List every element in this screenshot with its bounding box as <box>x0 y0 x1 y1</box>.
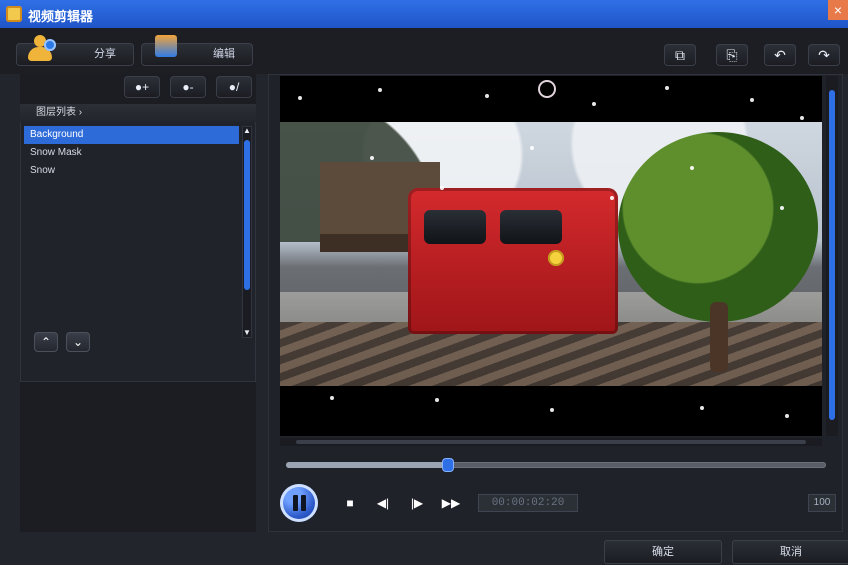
preview-horizontal-scroll-thumb[interactable] <box>296 440 806 444</box>
layer-item-snow-mask[interactable]: Snow Mask <box>24 144 239 162</box>
chevron-up-icon: ⌃ <box>40 335 52 349</box>
layers-panel: ●+ ●- ●/ 图层列表 › Background Snow Mask Sno… <box>20 74 256 532</box>
edit-icon <box>155 35 177 57</box>
layer-list-scrollbar[interactable]: ▲ ▼ <box>242 126 252 338</box>
remove-layer-button[interactable]: ●- <box>170 76 206 98</box>
edit-layer-button[interactable]: ●/ <box>216 76 252 98</box>
snowflake <box>665 86 669 90</box>
redo-icon: ↷ <box>818 47 830 63</box>
tree-trunk <box>710 302 728 372</box>
snowflake <box>780 206 784 210</box>
snowflake <box>298 96 302 100</box>
chevron-down-icon: ⌄ <box>72 335 84 349</box>
pause-button[interactable] <box>280 484 318 522</box>
stop-button[interactable]: ■ <box>342 494 358 512</box>
red-train <box>408 188 618 334</box>
train-badge <box>548 250 564 266</box>
preview-horizontal-scrollbar[interactable] <box>280 438 822 446</box>
preview-vertical-scroll-thumb[interactable] <box>829 90 835 420</box>
title-bar[interactable]: 视频剪辑器 × <box>0 0 848 28</box>
paste-icon: ⎘ <box>726 47 738 63</box>
edit-layer-icon: ●/ <box>228 80 240 94</box>
add-layer-button[interactable]: ●+ <box>124 76 160 98</box>
undo-button[interactable]: ↶ <box>764 44 796 66</box>
share-icon <box>28 35 56 63</box>
snowflake <box>690 166 694 170</box>
move-layer-down-button[interactable]: ⌄ <box>66 332 90 352</box>
layer-items: Background Snow Mask Snow <box>24 126 239 180</box>
tab-edit[interactable]: 编辑 <box>141 35 253 66</box>
tab-edit-label: 编辑 <box>213 48 235 60</box>
top-toolbar: 分享 编辑 ⧉ ⎘ ↶ ↷ <box>0 28 848 74</box>
remove-layer-icon: ●- <box>182 80 194 94</box>
layer-item-background[interactable]: Background <box>24 126 239 144</box>
playback-controls: ■ ◀| |▶ ▶▶ 00:00:02:20 100 <box>280 484 840 524</box>
snowflake <box>592 102 596 106</box>
scroll-down-icon[interactable]: ▼ <box>242 328 252 338</box>
seek-knob[interactable] <box>443 459 453 471</box>
tab-share-label: 分享 <box>94 48 116 60</box>
tree-canopy <box>618 132 818 322</box>
cancel-button[interactable]: 取消 <box>732 540 848 564</box>
snowflake <box>700 406 704 410</box>
snowflake <box>550 408 554 412</box>
preview-panel: ■ ◀| |▶ ▶▶ 00:00:02:20 100 <box>268 74 843 532</box>
tab-share[interactable]: 分享 <box>16 35 134 66</box>
previous-frame-button[interactable]: ◀| <box>372 494 394 512</box>
snowflake <box>435 398 439 402</box>
fast-forward-button[interactable]: ▶▶ <box>438 494 464 512</box>
add-layer-icon: ●+ <box>134 80 150 94</box>
video-frame <box>280 122 822 386</box>
video-editor-window: 视频剪辑器 × 分享 编辑 ⧉ ⎘ ↶ ↷ ●+ ●- ●/ 图层列表 › Ba… <box>0 0 848 565</box>
layer-list-header: 图层列表 › <box>20 104 256 122</box>
snowflake <box>800 116 804 120</box>
snowflake <box>378 88 382 92</box>
seek-fill <box>286 462 448 468</box>
move-layer-up-button[interactable]: ⌃ <box>34 332 58 352</box>
layer-list-scroll-thumb[interactable] <box>244 140 250 290</box>
window-title: 视频剪辑器 <box>28 9 94 24</box>
snowflake <box>785 414 789 418</box>
ok-button[interactable]: 确定 <box>604 540 722 564</box>
preview-vertical-scrollbar[interactable] <box>826 76 838 436</box>
timecode: 00:00:02:20 <box>478 494 578 512</box>
scroll-up-icon[interactable]: ▲ <box>242 126 252 136</box>
anchor-point-handle[interactable] <box>540 82 554 96</box>
redo-button[interactable]: ↷ <box>808 44 840 66</box>
preview-viewport[interactable] <box>280 76 822 436</box>
layer-item-snow[interactable]: Snow <box>24 162 239 180</box>
tree <box>618 132 818 382</box>
next-frame-button[interactable]: |▶ <box>406 494 428 512</box>
snowflake <box>370 156 374 160</box>
snowflake <box>440 186 444 190</box>
close-icon[interactable]: × <box>828 0 848 20</box>
seek-bar[interactable] <box>286 459 826 471</box>
speed-select[interactable]: 100 <box>808 494 836 512</box>
copy-icon: ⧉ <box>675 47 685 63</box>
train-window-right <box>500 210 562 244</box>
snowflake <box>485 94 489 98</box>
copy-button[interactable]: ⧉ <box>664 44 696 66</box>
snowflake <box>530 146 534 150</box>
paste-button[interactable]: ⎘ <box>716 44 748 66</box>
snowflake <box>610 196 614 200</box>
snowflake <box>750 98 754 102</box>
train-window-left <box>424 210 486 244</box>
snowflake <box>330 396 334 400</box>
undo-icon: ↶ <box>774 47 786 63</box>
app-icon <box>6 6 22 22</box>
